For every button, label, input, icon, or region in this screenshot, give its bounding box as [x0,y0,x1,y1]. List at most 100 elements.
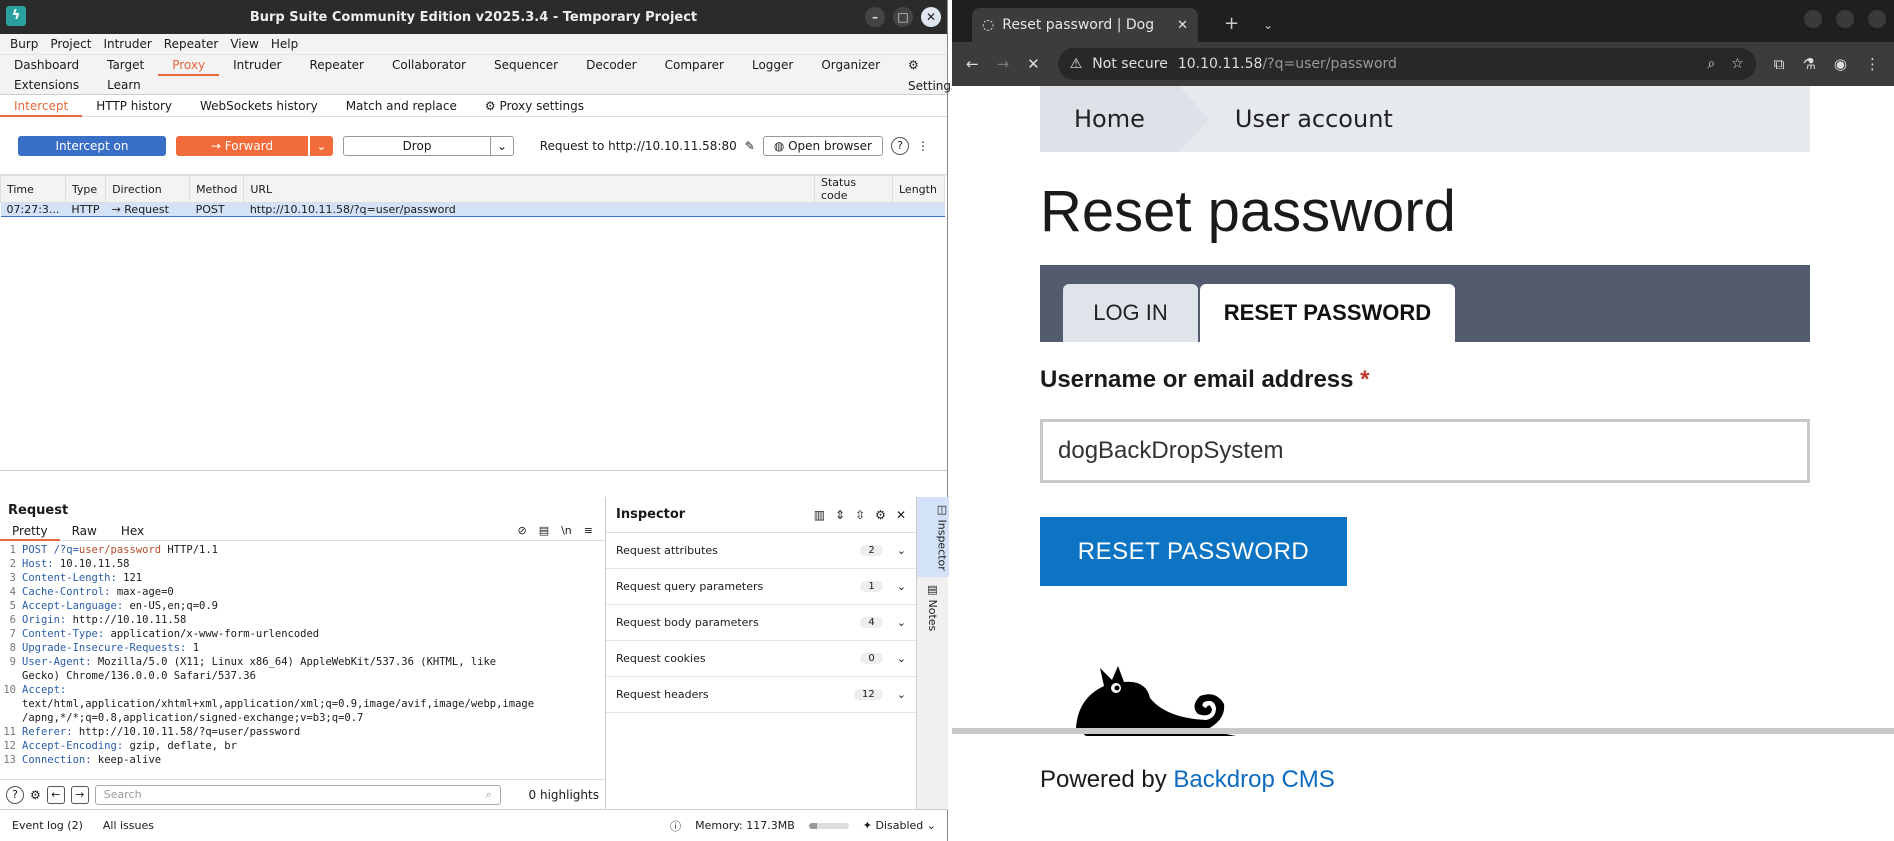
layout-icon[interactable]: ▥ [814,508,825,522]
menu-repeater[interactable]: Repeater [158,37,225,51]
table-row[interactable]: 07:27:3... HTTP → Request POST http://10… [0,202,945,217]
tab-collaborator[interactable]: Collaborator [378,55,480,76]
side-tab-inspector[interactable]: ◫ Inspector [916,497,949,577]
username-input[interactable]: dogBackDropSystem [1040,419,1810,483]
menu-project[interactable]: Project [44,37,97,51]
maximize-icon[interactable]: □ [893,7,913,27]
close-icon[interactable]: ✕ [921,7,941,27]
help-icon[interactable]: ? [6,785,24,804]
address-bar[interactable]: ⚠ Not secure 10.10.11.58/?q=user/passwor… [1057,48,1756,80]
menu-icon[interactable]: ≡ [584,524,593,537]
hide-icon[interactable]: ⊘ [517,524,526,537]
tab-proxy[interactable]: Proxy [158,55,220,76]
breadcrumb-home[interactable]: Home [1040,86,1179,152]
intercept-toggle-button[interactable]: Intercept on [18,135,166,156]
forward-label: Forward [224,138,274,153]
wrap-icon[interactable]: ▤ [539,524,549,537]
close-icon[interactable]: ✕ [896,508,906,522]
new-tab-icon[interactable]: + [1224,13,1239,34]
extensions-icon[interactable]: ⧉ [1774,55,1785,73]
close-window-icon[interactable] [1868,10,1886,28]
maximize-icon[interactable] [1836,10,1854,28]
tab-intruder[interactable]: Intruder [219,55,295,76]
minimize-icon[interactable] [1804,10,1822,28]
event-log-link[interactable]: Event log (2) [12,819,83,832]
inspector-row[interactable]: Request cookies 0 ⌄ [606,641,916,677]
security-label[interactable]: Not secure [1092,56,1168,72]
tab-logger[interactable]: Logger [738,55,807,76]
gear-icon[interactable]: ⚙ [30,788,41,802]
col-type[interactable]: Type [64,175,107,203]
forward-arrow-icon[interactable]: → [70,785,89,804]
request-editor[interactable]: 1 POST /?q=user/password HTTP/1.1 2 Host: 1… [0,541,605,765]
side-tab-notes[interactable]: ▤ Notes [926,577,939,637]
tab-hex[interactable]: Hex [109,521,156,541]
tab-learn[interactable]: Learn [93,78,155,92]
backdrop-cms-link[interactable]: Backdrop CMS [1173,766,1334,793]
header-value: en-US,en;q=0.9 [123,600,218,612]
menu-burp[interactable]: Burp [4,37,44,51]
back-arrow-icon[interactable]: ← [46,785,65,804]
more-options-icon[interactable]: ⋮ [917,139,929,153]
profile-icon[interactable]: ◉ [1834,55,1847,73]
expand-icon[interactable]: ⇕ [835,508,845,522]
menu-intruder[interactable]: Intruder [97,37,157,51]
tab-proxy-settings[interactable]: ⚙ Proxy settings [471,95,598,117]
tab-intercept[interactable]: Intercept [0,95,83,117]
bookmark-star-icon[interactable]: ☆ [1731,56,1744,72]
col-method[interactable]: Method [189,175,245,203]
menu-icon[interactable]: ⋮ [1865,55,1880,73]
all-issues-link[interactable]: All issues [103,819,154,832]
search-input[interactable]: Search ⌕ [94,784,501,805]
tab-reset-password[interactable]: RESET PASSWORD [1200,284,1455,342]
col-direction[interactable]: Direction [105,175,191,203]
labs-icon[interactable]: ⚗ [1802,55,1815,73]
inspector-row[interactable]: Request headers 12 ⌄ [606,677,916,713]
minimize-icon[interactable]: – [865,7,885,27]
inspector-row[interactable]: Request attributes 2 ⌄ [606,533,916,569]
col-url[interactable]: URL [243,175,815,203]
help-icon[interactable]: ? [891,136,909,155]
tab-decoder[interactable]: Decoder [572,55,651,76]
tab-dashboard[interactable]: Dashboard [0,55,93,76]
header-key: Accept-Encoding: [22,740,124,752]
zoom-icon[interactable]: ⌕ [1707,56,1715,72]
menu-help[interactable]: Help [265,37,304,51]
tab-pretty[interactable]: Pretty [0,521,60,541]
forward-dropdown-icon[interactable]: ⌄ [309,135,333,156]
tab-comparer[interactable]: Comparer [651,55,738,76]
col-length[interactable]: Length [892,175,945,203]
tab-extensions[interactable]: Extensions [0,78,93,92]
tab-sequencer[interactable]: Sequencer [480,55,572,76]
tab-log-in[interactable]: LOG IN [1063,284,1198,342]
stop-icon[interactable]: ✕ [1027,55,1040,73]
forward-button[interactable]: → Forward [176,135,308,156]
gear-icon[interactable]: ⚙ [875,508,886,522]
forward-icon[interactable]: → [997,55,1010,73]
edit-icon[interactable]: ✎ [745,139,755,153]
inspector-row[interactable]: Request body parameters 4 ⌄ [606,605,916,641]
tab-repeater[interactable]: Repeater [295,55,378,76]
close-tab-icon[interactable]: ✕ [1177,18,1188,33]
browser-tab[interactable]: ◌ Reset password | Dog ✕ [972,8,1198,42]
ai-status[interactable]: ✦ Disabled ⌄ [863,819,936,832]
tab-search-icon[interactable]: ⌄ [1263,18,1273,32]
open-browser-button[interactable]: ◍ Open browser [762,135,883,156]
tab-websockets-history[interactable]: WebSockets history [186,95,332,117]
tab-organizer[interactable]: Organizer [807,55,894,76]
reset-password-button[interactable]: RESET PASSWORD [1040,517,1347,586]
tab-target[interactable]: Target [93,55,158,76]
newline-icon[interactable]: \n [561,524,572,537]
tab-raw[interactable]: Raw [60,521,109,541]
menu-view[interactable]: View [224,37,264,51]
inspector-row[interactable]: Request query parameters 1 ⌄ [606,569,916,605]
tab-http-history[interactable]: HTTP history [82,95,186,117]
back-icon[interactable]: ← [966,55,979,73]
drop-dropdown-icon[interactable]: ⌄ [490,135,514,156]
drop-button[interactable]: Drop [343,135,491,156]
collapse-icon[interactable]: ⇳ [855,508,865,522]
col-time[interactable]: Time [0,175,66,203]
tab-match-and-replace[interactable]: Match and replace [332,95,471,117]
col-status[interactable]: Status code [814,175,893,203]
breadcrumb-user-account[interactable]: User account [1209,105,1393,133]
